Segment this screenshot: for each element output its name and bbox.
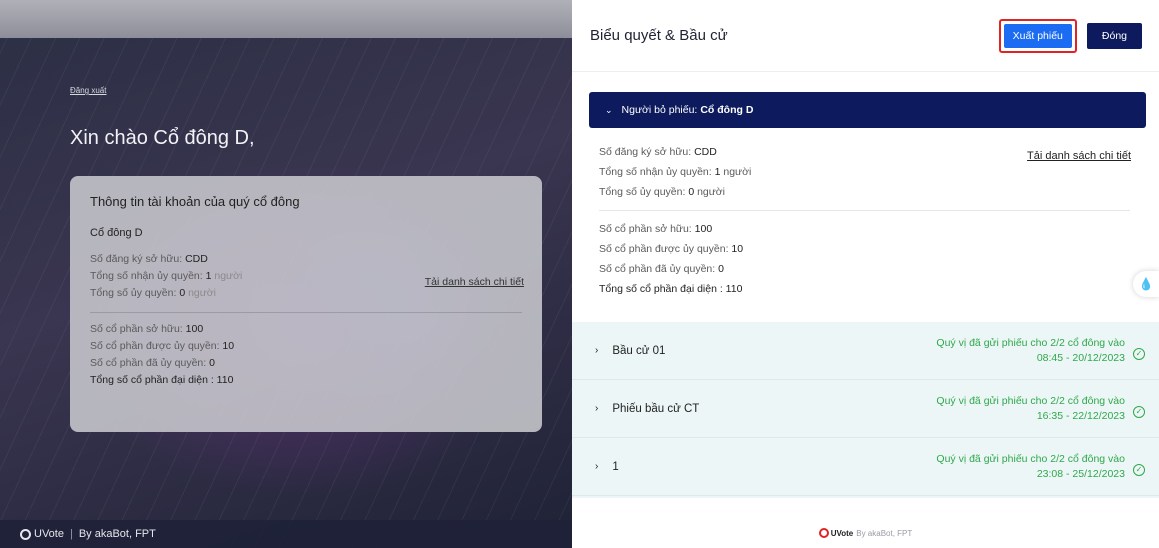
uvote-logo-icon: [20, 528, 31, 540]
election-row[interactable]: › Phiếu bầu cử CT Quý vị đã gửi phiếu ch…: [572, 380, 1159, 438]
voter-details: Số đăng ký sở hữu: CDD Tổng số nhận ủy q…: [572, 128, 1159, 299]
background-area: Đăng xuất Xin chào Cổ đông D, Thông tin …: [0, 0, 572, 548]
close-button[interactable]: Đóng: [1086, 22, 1142, 49]
total-shares-row: Tổng số cổ phần đại diện : 110: [599, 283, 743, 295]
election-name: Bầu cử 01: [612, 344, 666, 357]
chevron-right-icon: ›: [595, 403, 599, 414]
download-detail-link[interactable]: Tải danh sách chi tiết: [425, 276, 524, 288]
voting-panel: Biểu quyết & Bầu cử Xuất phiếu Đóng ⌄ Ng…: [572, 0, 1159, 548]
left-footer: UVote | By akaBot, FPT: [0, 520, 572, 548]
download-detail-link[interactable]: Tải danh sách chi tiết: [1027, 150, 1131, 162]
uvote-logo-icon: [818, 528, 829, 538]
voter-label: Người bỏ phiếu:: [621, 104, 698, 116]
footer-byline: By akaBot, FPT: [78, 528, 156, 540]
greeting-text: Xin chào Cổ đông D,: [70, 127, 255, 149]
account-info-card: Thông tin tài khoản của quý cổ đông Cổ đ…: [70, 176, 542, 432]
divider: [599, 210, 1130, 211]
authorized-out-row: Số cổ phần đã ủy quyền: 0: [599, 263, 724, 275]
election-status: Quý vị đã gửi phiếu cho 2/2 cổ đông vào …: [936, 452, 1125, 480]
election-list: › Bầu cử 01 Quý vị đã gửi phiếu cho 2/2 …: [572, 322, 1159, 498]
panel-title: Biểu quyết & Bầu cử: [590, 27, 728, 44]
account-card-title: Thông tin tài khoản của quý cổ đông: [90, 194, 300, 209]
panel-footer: UVote By akaBot, FPT: [572, 518, 1159, 548]
export-ballot-button[interactable]: Xuất phiếu: [1003, 23, 1072, 48]
panel-header: Biểu quyết & Bầu cử Xuất phiếu Đóng: [572, 0, 1159, 72]
footer-byline: By akaBot, FPT: [856, 528, 913, 538]
droplet-widget-icon[interactable]: 💧: [1133, 271, 1159, 297]
election-name: Phiếu bầu cử CT: [612, 402, 700, 415]
owned-shares-row: Số cổ phần sở hữu: 100: [599, 223, 713, 235]
voter-accordion-header[interactable]: ⌄ Người bỏ phiếu: Cổ đông D: [589, 92, 1146, 128]
authorized-out-row: Số cổ phần đã ủy quyền: 0: [90, 357, 215, 369]
election-row[interactable]: › 1 Quý vị đã gửi phiếu cho 2/2 cổ đông …: [572, 438, 1159, 496]
uvote-logo: UVote: [818, 528, 853, 538]
owned-shares-row: Số cổ phần sở hữu: 100: [90, 323, 204, 335]
check-circle-icon: ✓: [1133, 405, 1145, 418]
received-proxy-row: Tổng số nhận ủy quyền: 1 người: [599, 166, 752, 178]
total-shares-row: Tổng số cổ phần đại diện : 110: [90, 374, 234, 386]
chevron-down-icon: ⌄: [605, 104, 613, 115]
election-status: Quý vị đã gửi phiếu cho 2/2 cổ đông vào …: [936, 394, 1125, 422]
logout-link[interactable]: Đăng xuất: [70, 86, 106, 95]
divider: [90, 312, 522, 313]
delegated-proxy-row: Tổng số ủy quyền: 0 người: [599, 186, 725, 198]
election-status: Quý vị đã gửi phiếu cho 2/2 cổ đông vào …: [936, 336, 1125, 364]
election-row[interactable]: › Bầu cử 01 Quý vị đã gửi phiếu cho 2/2 …: [572, 322, 1159, 380]
authorized-in-row: Số cổ phần được ủy quyền: 10: [90, 340, 235, 352]
authorized-in-row: Số cổ phần được ủy quyền: 10: [599, 243, 744, 255]
check-circle-icon: ✓: [1133, 347, 1145, 360]
reg-number-row: Số đăng ký sở hữu: CDD: [90, 253, 208, 265]
export-button-highlight: Xuất phiếu: [998, 18, 1077, 53]
voter-name: Cổ đông D: [700, 104, 754, 116]
check-circle-icon: ✓: [1133, 463, 1145, 476]
shareholder-name: Cổ đông D: [90, 227, 143, 239]
election-name: 1: [612, 460, 619, 473]
uvote-logo: UVote: [20, 528, 64, 540]
chevron-right-icon: ›: [595, 461, 599, 472]
chevron-right-icon: ›: [595, 345, 599, 356]
